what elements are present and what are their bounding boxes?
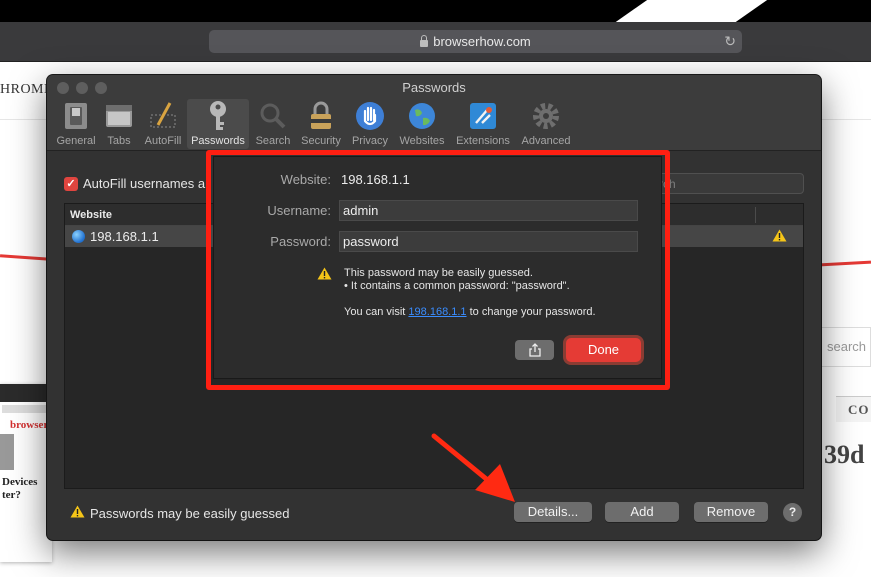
passwords-search-input[interactable]: rch: [647, 173, 804, 194]
visit-suffix: to change your password.: [466, 306, 596, 318]
preferences-toolbar: Passwords General Tabs AutoFill Password…: [47, 75, 821, 151]
row-website: 198.168.1.1: [90, 229, 159, 244]
tab-general-label: General: [56, 135, 96, 147]
tab-passwords[interactable]: Passwords: [187, 99, 249, 149]
autofill-checkbox[interactable]: ✓: [64, 176, 78, 191]
tab-advanced[interactable]: Advanced: [520, 99, 572, 149]
magnifier-icon: [258, 101, 288, 131]
thumbnail-bar: [2, 405, 50, 413]
tab-general[interactable]: General: [56, 99, 96, 149]
menu-bar-strip: [0, 0, 871, 22]
puzzle-icon: [468, 101, 498, 131]
heading-fragment: 39d: [824, 440, 865, 469]
autofill-option[interactable]: ✓ AutoFill usernames a: [64, 176, 205, 191]
weak-password-notice: Passwords may be easily guessed: [70, 505, 289, 521]
tab-passwords-label: Passwords: [191, 135, 245, 147]
website-link[interactable]: 198.168.1.1: [408, 306, 466, 318]
autofill-pencil-icon: [148, 101, 178, 131]
password-label: Password:: [270, 234, 331, 249]
tab-security-label: Security: [301, 135, 341, 147]
annotation-arrow-icon: [431, 433, 515, 502]
hand-icon: [355, 101, 385, 131]
thumbnail-title-line: Devices: [2, 476, 38, 488]
tab-autofill-label: AutoFill: [144, 135, 182, 147]
lock-icon: [420, 34, 429, 47]
globe-icon: [407, 101, 437, 131]
address-bar[interactable]: browserhow.com ↻: [209, 30, 742, 53]
thumbnail-brand: browser: [10, 419, 49, 431]
padlock-icon: [306, 101, 336, 131]
tab-autofill[interactable]: AutoFill: [142, 99, 184, 149]
website-value: 198.168.1.1: [341, 172, 410, 187]
address-bar-url: browserhow.com: [433, 34, 531, 49]
tab-search-label: Search: [255, 135, 291, 147]
tabs-icon: [104, 101, 134, 131]
tab-privacy[interactable]: Privacy: [350, 99, 390, 149]
help-button[interactable]: ?: [783, 503, 802, 522]
warning-icon: [772, 229, 787, 247]
browser-toolbar: browserhow.com ↻: [0, 22, 871, 62]
tab-tabs[interactable]: Tabs: [104, 99, 134, 149]
done-button[interactable]: Done: [566, 338, 641, 362]
page-search-input[interactable]: search: [820, 327, 871, 367]
warning-icon: [70, 505, 85, 521]
general-switch-icon: [61, 101, 91, 131]
password-details-sheet: Website: 198.168.1.1 Username: admin Pas…: [213, 156, 662, 379]
common-password-line: • It contains a common password: "passwo…: [344, 280, 570, 292]
password-field[interactable]: password: [339, 231, 638, 252]
tab-extensions-label: Extensions: [456, 135, 510, 147]
autofill-label: AutoFill usernames a: [83, 176, 206, 191]
tab-search[interactable]: Search: [253, 99, 293, 149]
tab-websites-label: Websites: [399, 135, 445, 147]
change-password-hint: You can visit 198.168.1.1 to change your…: [344, 306, 596, 319]
column-header-website[interactable]: Website: [70, 209, 112, 221]
tab-websites[interactable]: Websites: [397, 99, 447, 149]
add-button[interactable]: Add: [605, 502, 679, 522]
window-title: Passwords: [402, 80, 466, 95]
username-field[interactable]: admin: [339, 200, 638, 221]
visit-prefix: You can visit: [344, 306, 409, 318]
thumbnail-header: [0, 384, 52, 402]
tab-extensions[interactable]: Extensions: [453, 99, 513, 149]
tab-privacy-label: Privacy: [351, 135, 389, 147]
gear-icon: [531, 101, 561, 131]
key-icon: [203, 101, 233, 131]
decorative-red-line: [819, 260, 871, 267]
nav-text[interactable]: HROME: [0, 82, 53, 98]
remove-button[interactable]: Remove: [694, 502, 768, 522]
tab-tabs-label: Tabs: [107, 135, 131, 147]
weak-password-message: This password may be easily guessed. • I…: [344, 267, 570, 293]
weak-password-line: This password may be easily guessed.: [344, 267, 533, 279]
tab-security[interactable]: Security: [298, 99, 344, 149]
share-icon: [528, 343, 541, 357]
thumbnail-image: [0, 434, 14, 470]
globe-icon: [72, 230, 85, 243]
tab-advanced-label: Advanced: [521, 135, 571, 147]
thumbnail-title: Devices ter?: [0, 476, 52, 502]
details-button[interactable]: Details...: [514, 502, 592, 522]
warning-icon: [317, 267, 332, 285]
share-button[interactable]: [515, 340, 554, 360]
website-label: Website:: [280, 172, 331, 187]
article-thumbnail[interactable]: browser Devices ter?: [0, 384, 52, 562]
column-divider: [755, 207, 756, 223]
thumbnail-title-line: ter?: [2, 489, 21, 501]
decorative-stripe: [590, 0, 810, 22]
reload-icon[interactable]: ↻: [724, 33, 736, 50]
username-label: Username:: [267, 203, 331, 218]
section-label: CO: [836, 396, 871, 422]
decorative-red-line: [0, 254, 51, 261]
weak-password-text: Passwords may be easily guessed: [90, 505, 290, 521]
